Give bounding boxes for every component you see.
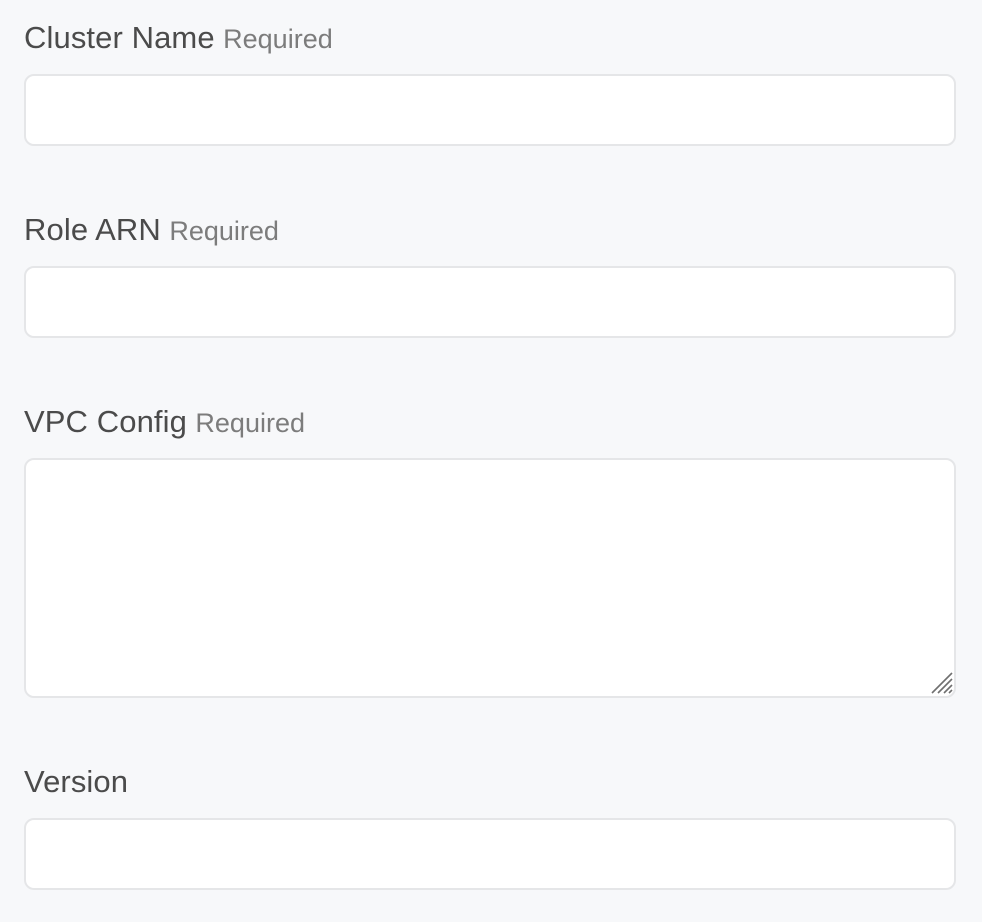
cluster-name-label-text: Cluster Name <box>24 20 215 55</box>
cluster-name-required-badge: Required <box>223 24 333 54</box>
cluster-name-label: Cluster Name Required <box>24 22 333 53</box>
eks-cluster-form: Cluster Name Required Role ARN Required … <box>0 0 982 922</box>
version-label: Version <box>24 766 128 797</box>
role-arn-label-text: Role ARN <box>24 212 161 247</box>
vpc-config-textarea[interactable] <box>24 458 956 698</box>
cluster-name-input[interactable] <box>24 74 956 146</box>
role-arn-label: Role ARN Required <box>24 214 279 245</box>
vpc-config-required-badge: Required <box>195 408 305 438</box>
resize-grip-icon[interactable] <box>928 669 954 695</box>
version-label-text: Version <box>24 764 129 799</box>
vpc-config-label-text: VPC Config <box>24 404 187 439</box>
role-arn-input[interactable] <box>24 266 956 338</box>
version-input[interactable] <box>24 818 956 890</box>
vpc-config-label: VPC Config Required <box>24 406 305 437</box>
role-arn-required-badge: Required <box>169 216 279 246</box>
